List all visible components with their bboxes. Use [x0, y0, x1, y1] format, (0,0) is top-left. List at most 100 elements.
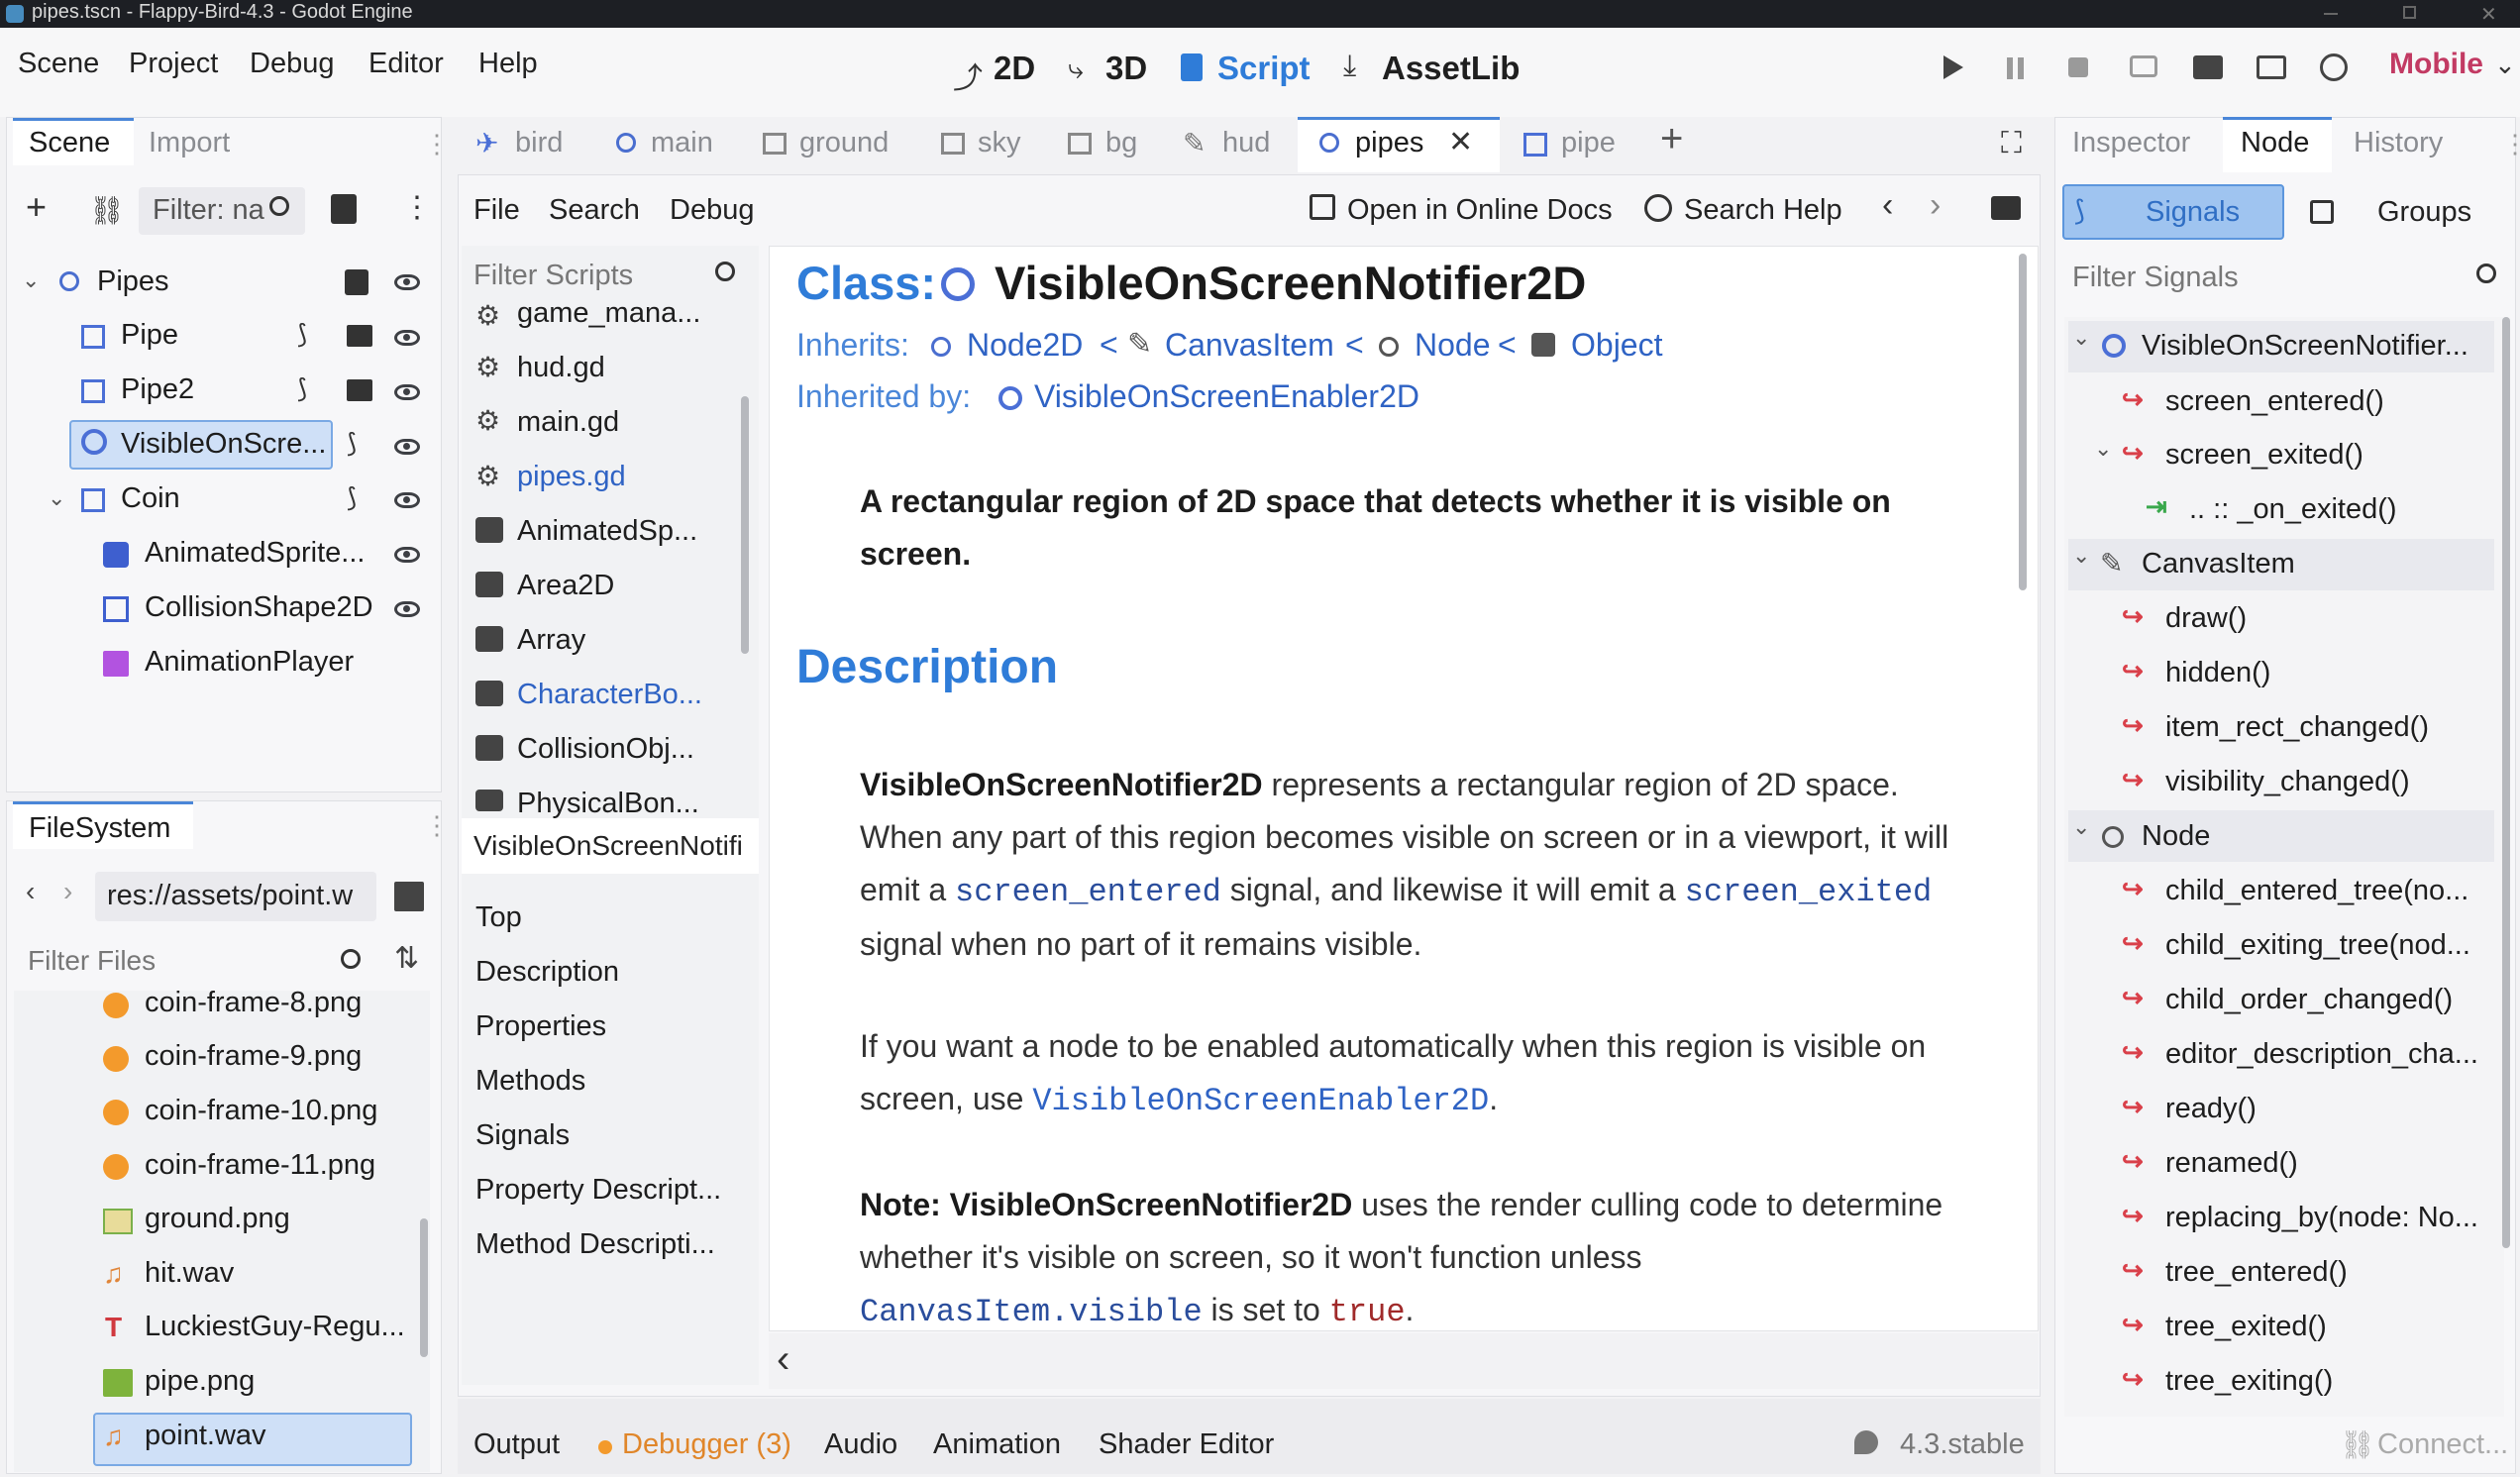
workspace-script[interactable]: Script: [1217, 50, 1311, 87]
tab-main[interactable]: main: [651, 127, 713, 159]
menu-help[interactable]: Help: [478, 48, 538, 80]
add-node-icon[interactable]: +: [26, 186, 47, 228]
menu-dots-icon[interactable]: ⋮: [424, 129, 450, 159]
script-menu-debug[interactable]: Debug: [670, 194, 754, 227]
file-item[interactable]: LuckiestGuy-Regu...: [145, 1311, 405, 1343]
signal-child-order-changed[interactable]: child_order_changed(): [2165, 984, 2453, 1016]
script-icon[interactable]: [345, 269, 368, 295]
workspace-3d[interactable]: 3D: [1105, 50, 1147, 87]
outline-top[interactable]: Top: [475, 901, 522, 934]
file-item[interactable]: ground.png: [145, 1203, 290, 1235]
signal-screen-entered[interactable]: screen_entered(): [2165, 385, 2384, 418]
workspace-2d[interactable]: 2D: [994, 50, 1035, 87]
attach-script-icon[interactable]: [331, 194, 357, 224]
remote-debug-icon[interactable]: [2130, 55, 2157, 77]
tab-bg[interactable]: bg: [1105, 127, 1137, 159]
stop-icon[interactable]: [2068, 57, 2088, 77]
chevron-down-icon[interactable]: ⌄: [2094, 436, 2112, 462]
tab-filesystem[interactable]: FileSystem: [29, 812, 170, 845]
signal-replacing-by[interactable]: replacing_by(node: No...: [2165, 1202, 2478, 1234]
signal-icon[interactable]: ⟆: [297, 319, 307, 350]
tree-item-coin[interactable]: Coin: [121, 482, 180, 515]
script-item[interactable]: PhysicalBon...: [517, 788, 699, 820]
menu-editor[interactable]: Editor: [368, 48, 444, 80]
outline-methods[interactable]: Methods: [475, 1065, 585, 1098]
forward-icon[interactable]: ›: [63, 876, 72, 907]
signal-icon[interactable]: ⟆: [347, 482, 357, 513]
tree-item-pipes[interactable]: Pipes: [97, 265, 169, 298]
play-icon[interactable]: [1943, 55, 1963, 79]
signal-connection-on-exited[interactable]: .. :: _on_exited(): [2189, 493, 2397, 526]
signal-group-node[interactable]: Node: [2142, 820, 2210, 853]
toggle-scripts-panel-icon[interactable]: ‹: [777, 1337, 789, 1382]
tab-bird[interactable]: bird: [515, 127, 563, 159]
file-item[interactable]: pipe.png: [145, 1365, 255, 1398]
add-tab-icon[interactable]: +: [1660, 117, 1683, 161]
play-scene-icon[interactable]: [2193, 55, 2223, 79]
tab-history[interactable]: History: [2354, 127, 2443, 159]
chevron-down-icon[interactable]: ⌄: [22, 267, 40, 293]
signal-visibility-changed[interactable]: visibility_changed(): [2165, 766, 2410, 798]
restore-icon[interactable]: [2403, 6, 2416, 19]
menu-debug[interactable]: Debug: [250, 48, 334, 80]
file-item[interactable]: coin-frame-8.png: [145, 987, 362, 1019]
script-menu-file[interactable]: File: [473, 194, 520, 227]
filter-files-placeholder[interactable]: Filter Files: [28, 945, 156, 977]
distraction-free-icon[interactable]: ⛶: [2001, 127, 2022, 160]
outline-description[interactable]: Description: [475, 956, 619, 989]
file-item-selected[interactable]: point.wav: [145, 1420, 266, 1452]
bottom-tab-output[interactable]: Output: [473, 1428, 560, 1461]
inherits-node2d-link[interactable]: Node2D: [967, 327, 1083, 364]
script-item[interactable]: Array: [517, 624, 585, 657]
workspace-assetlib[interactable]: AssetLib: [1382, 50, 1520, 87]
close-tab-icon[interactable]: ✕: [1448, 125, 1473, 159]
signal-icon[interactable]: ⟆: [347, 428, 357, 459]
signal-child-entered-tree[interactable]: child_entered_tree(no...: [2165, 875, 2468, 907]
link-icon[interactable]: ⛓: [89, 194, 125, 227]
visibility-eye-icon[interactable]: [394, 492, 420, 508]
script-item[interactable]: CharacterBo...: [517, 679, 702, 711]
outline-properties[interactable]: Properties: [475, 1010, 606, 1043]
open-online-docs-button[interactable]: Open in Online Docs: [1347, 194, 1613, 227]
script-item[interactable]: hud.gd: [517, 352, 605, 384]
chevron-down-icon[interactable]: ⌄: [2072, 814, 2090, 840]
filter-scripts-placeholder[interactable]: Filter Scripts: [473, 260, 633, 292]
connect-button[interactable]: Connect...: [2377, 1428, 2508, 1461]
tab-sky[interactable]: sky: [978, 127, 1021, 159]
p2-code-enabler-link[interactable]: VisibleOnScreenEnabler2D: [1032, 1083, 1489, 1119]
outline-method-descriptions[interactable]: Method Descripti...: [475, 1228, 715, 1261]
history-back-icon[interactable]: ‹: [1882, 186, 1893, 225]
tab-node[interactable]: Node: [2241, 127, 2309, 159]
tab-import[interactable]: Import: [149, 127, 230, 159]
p1-code-screen-exited[interactable]: screen_exited: [1685, 874, 1933, 910]
tree-item-pipe[interactable]: Pipe: [121, 319, 178, 352]
inherits-object-link[interactable]: Object: [1571, 327, 1662, 364]
tree-item-animatedsprite[interactable]: AnimatedSprite...: [145, 537, 365, 570]
group-icon[interactable]: [347, 325, 372, 347]
p1-code-screen-entered[interactable]: screen_entered: [955, 874, 1221, 910]
bottom-tab-audio[interactable]: Audio: [824, 1428, 897, 1461]
outline-property-descriptions[interactable]: Property Descript...: [475, 1174, 721, 1207]
file-item[interactable]: coin-frame-11.png: [145, 1149, 375, 1182]
search-icon[interactable]: [341, 949, 361, 969]
chevron-down-icon[interactable]: ⌄: [2494, 50, 2516, 80]
signal-tree-exiting[interactable]: tree_exiting(): [2165, 1365, 2333, 1398]
signal-item-rect-changed[interactable]: item_rect_changed(): [2165, 711, 2429, 744]
history-forward-icon[interactable]: ›: [1930, 186, 1941, 225]
signal-editor-description-changed[interactable]: editor_description_cha...: [2165, 1038, 2478, 1071]
file-item[interactable]: coin-frame-9.png: [145, 1040, 362, 1073]
visibility-eye-icon[interactable]: [394, 274, 420, 290]
tree-item-collisionshape2d[interactable]: CollisionShape2D: [145, 591, 373, 624]
script-item[interactable]: AnimatedSp...: [517, 515, 697, 548]
minimize-icon[interactable]: [2324, 13, 2338, 15]
search-icon[interactable]: [2476, 264, 2496, 283]
menu-project[interactable]: Project: [129, 48, 218, 80]
tab-pipe[interactable]: pipe: [1561, 127, 1616, 159]
search-icon[interactable]: [269, 196, 289, 216]
inherited-by-link[interactable]: VisibleOnScreenEnabler2D: [1034, 378, 1419, 415]
inherits-node-link[interactable]: Node: [1415, 327, 1491, 364]
script-menu-search[interactable]: Search: [549, 194, 640, 227]
signal-child-exiting-tree[interactable]: child_exiting_tree(nod...: [2165, 929, 2470, 962]
renderer-select[interactable]: Mobile: [2389, 48, 2483, 81]
signals-scrollbar[interactable]: [2502, 317, 2510, 1248]
